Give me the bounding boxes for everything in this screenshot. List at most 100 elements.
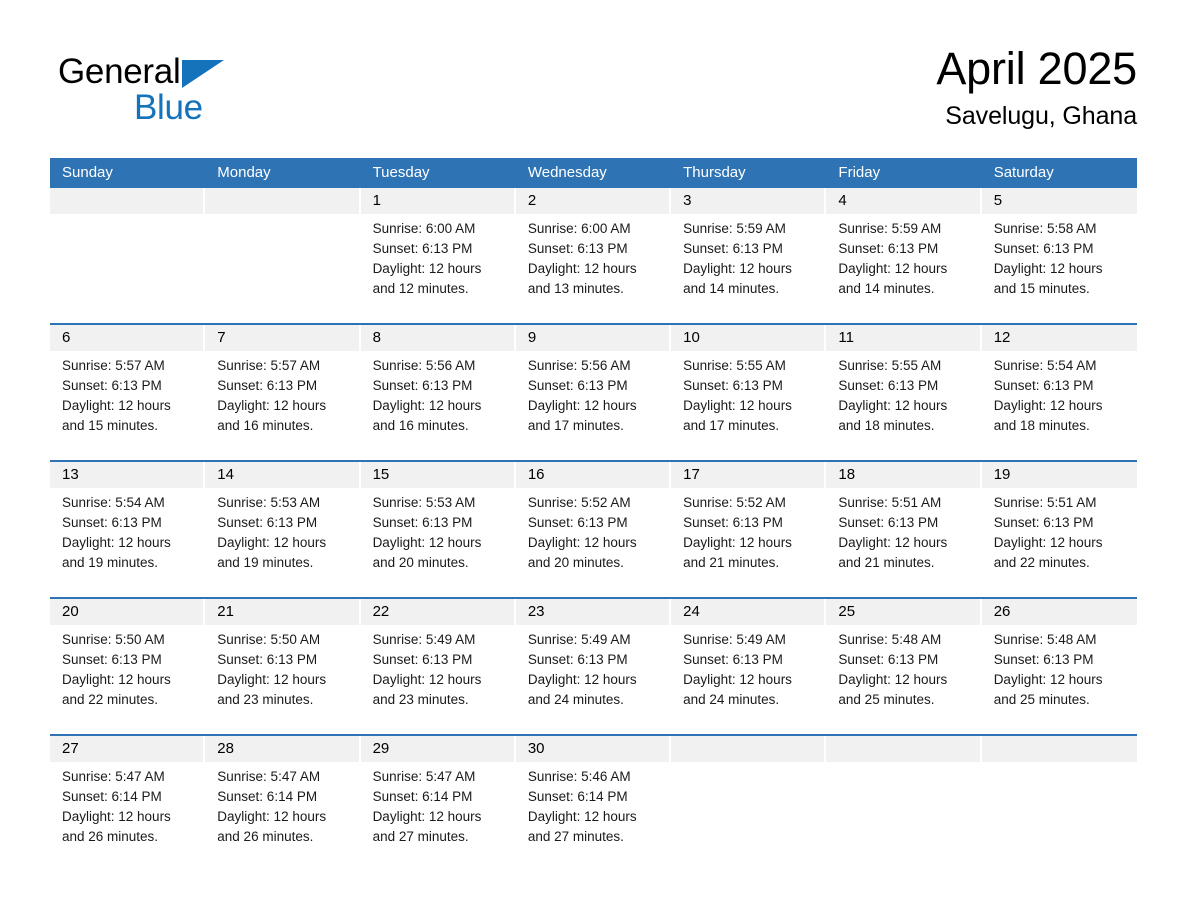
day-number-band: 3: [671, 188, 827, 214]
day-cell[interactable]: 27 Sunrise: 5:47 AM Sunset: 6:14 PM Dayli…: [50, 736, 206, 863]
day-number-band: 20: [50, 599, 206, 625]
day-number-band: [671, 736, 827, 762]
weekday-header-friday: Friday: [838, 164, 881, 181]
day-number: 5: [993, 192, 1003, 209]
day-number: 26: [993, 603, 1011, 620]
title-block: April 2025 Savelugu, Ghana: [936, 42, 1137, 132]
day-number-band: 19: [981, 462, 1137, 488]
calendar-week-row: 20 Sunrise: 5:50 AM Sunset: 6:13 PM Dayli…: [50, 597, 1137, 726]
day-sun-info: Sunrise: 5:53 AM Sunset: 6:13 PM Dayligh…: [372, 495, 482, 570]
day-cell[interactable]: 11 Sunrise: 5:55 AM Sunset: 6:13 PM Dayli…: [826, 325, 982, 452]
day-number: 9: [527, 329, 537, 346]
day-number: 13: [62, 466, 79, 483]
day-sun-info: Sunrise: 5:46 AM Sunset: 6:14 PM Dayligh…: [527, 769, 637, 844]
calendar-week-row: 1 Sunrise: 6:00 AM Sunset: 6:13 PM Daylig…: [50, 188, 1137, 315]
day-number-band: 28: [205, 736, 361, 762]
day-sun-info: Sunrise: 6:00 AM Sunset: 6:13 PM Dayligh…: [527, 221, 637, 296]
weekday-header-sunday: Sunday: [62, 164, 113, 181]
day-cell[interactable]: 24 Sunrise: 5:49 AM Sunset: 6:13 PM Dayli…: [671, 599, 827, 726]
day-cell[interactable]: 15 Sunrise: 5:53 AM Sunset: 6:13 PM Dayli…: [360, 462, 516, 589]
day-cell-empty: [981, 736, 1137, 863]
day-cell[interactable]: 17 Sunrise: 5:52 AM Sunset: 6:13 PM Dayli…: [671, 462, 827, 589]
day-cell[interactable]: 28 Sunrise: 5:47 AM Sunset: 6:14 PM Dayli…: [205, 736, 361, 863]
day-number: 4: [838, 192, 847, 209]
day-cell[interactable]: 23 Sunrise: 5:49 AM Sunset: 6:13 PM Dayli…: [515, 599, 672, 726]
day-cell[interactable]: 16 Sunrise: 5:52 AM Sunset: 6:13 PM Dayli…: [515, 462, 672, 589]
day-cell[interactable]: 25 Sunrise: 5:48 AM Sunset: 6:13 PM Dayli…: [826, 599, 982, 726]
day-cell[interactable]: 12 Sunrise: 5:54 AM Sunset: 6:13 PM Dayli…: [981, 325, 1137, 452]
calendar-week-row: 6 Sunrise: 5:57 AM Sunset: 6:13 PM Daylig…: [50, 323, 1137, 452]
day-sun-info: Sunrise: 5:48 AM Sunset: 6:13 PM Dayligh…: [993, 632, 1103, 707]
calendar-grid: Sunday Monday Tuesday Wednesday Thursday Frid…: [50, 158, 1137, 863]
day-cell[interactable]: 6 Sunrise: 5:57 AM Sunset: 6:13 PM Daylig…: [50, 325, 206, 452]
calendar-page: General Blue April 2025 Savelugu, Ghana …: [0, 0, 1188, 918]
week-grid: 27 Sunrise: 5:47 AM Sunset: 6:14 PM Dayli…: [50, 736, 1137, 863]
day-number: 23: [527, 603, 545, 620]
week-grid: 20 Sunrise: 5:50 AM Sunset: 6:13 PM Dayli…: [50, 599, 1137, 726]
day-cell[interactable]: 3 Sunrise: 5:59 AM Sunset: 6:13 PM Daylig…: [671, 188, 827, 315]
day-cell[interactable]: 2 Sunrise: 6:00 AM Sunset: 6:13 PM Daylig…: [515, 188, 672, 315]
day-sun-info: Sunrise: 5:51 AM Sunset: 6:13 PM Dayligh…: [838, 495, 948, 570]
day-number-band: 11: [826, 325, 982, 351]
day-sun-info: Sunrise: 5:49 AM Sunset: 6:13 PM Dayligh…: [527, 632, 637, 707]
day-number-band: 9: [515, 325, 672, 351]
day-sun-info: Sunrise: 5:51 AM Sunset: 6:13 PM Dayligh…: [993, 495, 1103, 570]
day-number: 12: [993, 329, 1011, 346]
day-sun-info: Sunrise: 5:49 AM Sunset: 6:13 PM Dayligh…: [372, 632, 482, 707]
day-cell[interactable]: 26 Sunrise: 5:48 AM Sunset: 6:13 PM Dayli…: [981, 599, 1137, 726]
day-number: 25: [838, 603, 856, 620]
day-sun-info: Sunrise: 5:57 AM Sunset: 6:13 PM Dayligh…: [62, 358, 171, 433]
day-cell[interactable]: 9 Sunrise: 5:56 AM Sunset: 6:13 PM Daylig…: [515, 325, 672, 452]
day-cell[interactable]: 4 Sunrise: 5:59 AM Sunset: 6:13 PM Daylig…: [826, 188, 982, 315]
day-cell[interactable]: 10 Sunrise: 5:55 AM Sunset: 6:13 PM Dayli…: [671, 325, 827, 452]
day-sun-info: Sunrise: 5:58 AM Sunset: 6:13 PM Dayligh…: [993, 221, 1103, 296]
day-number-band: 7: [205, 325, 361, 351]
day-sun-info: Sunrise: 5:52 AM Sunset: 6:13 PM Dayligh…: [683, 495, 792, 570]
day-cell[interactable]: 22 Sunrise: 5:49 AM Sunset: 6:13 PM Dayli…: [360, 599, 516, 726]
day-cell-empty: [826, 736, 982, 863]
day-number-band: 27: [50, 736, 206, 762]
day-cell[interactable]: 20 Sunrise: 5:50 AM Sunset: 6:13 PM Dayli…: [50, 599, 206, 726]
day-cell[interactable]: 29 Sunrise: 5:47 AM Sunset: 6:14 PM Dayli…: [360, 736, 516, 863]
day-number-band: 8: [360, 325, 516, 351]
calendar-weeks: 1 Sunrise: 6:00 AM Sunset: 6:13 PM Daylig…: [50, 188, 1137, 863]
day-cell[interactable]: 30 Sunrise: 5:46 AM Sunset: 6:14 PM Dayli…: [515, 736, 672, 863]
day-cell[interactable]: 14 Sunrise: 5:53 AM Sunset: 6:13 PM Dayli…: [205, 462, 361, 589]
day-cell[interactable]: 18 Sunrise: 5:51 AM Sunset: 6:13 PM Dayli…: [826, 462, 982, 589]
logo-triangle-icon: [181, 60, 224, 88]
day-cell[interactable]: 21 Sunrise: 5:50 AM Sunset: 6:13 PM Dayli…: [205, 599, 361, 726]
day-number-band: 15: [360, 462, 516, 488]
weekday-header-tuesday: Tuesday: [372, 164, 430, 181]
weekday-header-row: Sunday Monday Tuesday Wednesday Thursday Frid…: [50, 158, 1137, 188]
day-number-band: 1: [360, 188, 516, 214]
day-number-band: 5: [981, 188, 1137, 214]
day-number: 21: [217, 603, 234, 620]
day-number: 28: [217, 740, 234, 757]
logo-text-general: General: [58, 52, 181, 91]
week-grid: 6 Sunrise: 5:57 AM Sunset: 6:13 PM Daylig…: [50, 325, 1137, 452]
weekday-header-thursday: Thursday: [683, 164, 746, 181]
day-cell[interactable]: 7 Sunrise: 5:57 AM Sunset: 6:13 PM Daylig…: [205, 325, 361, 452]
day-cell[interactable]: 1 Sunrise: 6:00 AM Sunset: 6:13 PM Daylig…: [360, 188, 516, 315]
day-cell[interactable]: 19 Sunrise: 5:51 AM Sunset: 6:13 PM Dayli…: [981, 462, 1137, 589]
week-grid: 13 Sunrise: 5:54 AM Sunset: 6:13 PM Dayli…: [50, 462, 1137, 589]
page-subtitle-location: Savelugu, Ghana: [945, 102, 1137, 130]
calendar-week-row: 27 Sunrise: 5:47 AM Sunset: 6:14 PM Dayli…: [50, 734, 1137, 863]
day-number-band: 22: [360, 599, 516, 625]
day-number-band: 13: [50, 462, 206, 488]
day-cell[interactable]: 8 Sunrise: 5:56 AM Sunset: 6:13 PM Daylig…: [360, 325, 516, 452]
day-number-band: 24: [671, 599, 827, 625]
day-cell[interactable]: 13 Sunrise: 5:54 AM Sunset: 6:13 PM Dayli…: [50, 462, 206, 589]
day-sun-info: Sunrise: 5:47 AM Sunset: 6:14 PM Dayligh…: [217, 769, 327, 844]
day-number: 15: [372, 466, 390, 483]
week-grid: 1 Sunrise: 6:00 AM Sunset: 6:13 PM Daylig…: [50, 188, 1137, 315]
day-sun-info: Sunrise: 5:52 AM Sunset: 6:13 PM Dayligh…: [527, 495, 637, 570]
day-sun-info: Sunrise: 5:57 AM Sunset: 6:13 PM Dayligh…: [217, 358, 327, 433]
day-sun-info: Sunrise: 5:55 AM Sunset: 6:13 PM Dayligh…: [683, 358, 792, 433]
calendar-week-row: 13 Sunrise: 5:54 AM Sunset: 6:13 PM Dayli…: [50, 460, 1137, 589]
day-number: 16: [527, 466, 545, 483]
day-sun-info: Sunrise: 5:59 AM Sunset: 6:13 PM Dayligh…: [683, 221, 792, 296]
general-blue-logo[interactable]: General Blue: [58, 52, 318, 138]
day-cell[interactable]: 5 Sunrise: 5:58 AM Sunset: 6:13 PM Daylig…: [981, 188, 1137, 315]
day-sun-info: Sunrise: 5:54 AM Sunset: 6:13 PM Dayligh…: [62, 495, 171, 570]
